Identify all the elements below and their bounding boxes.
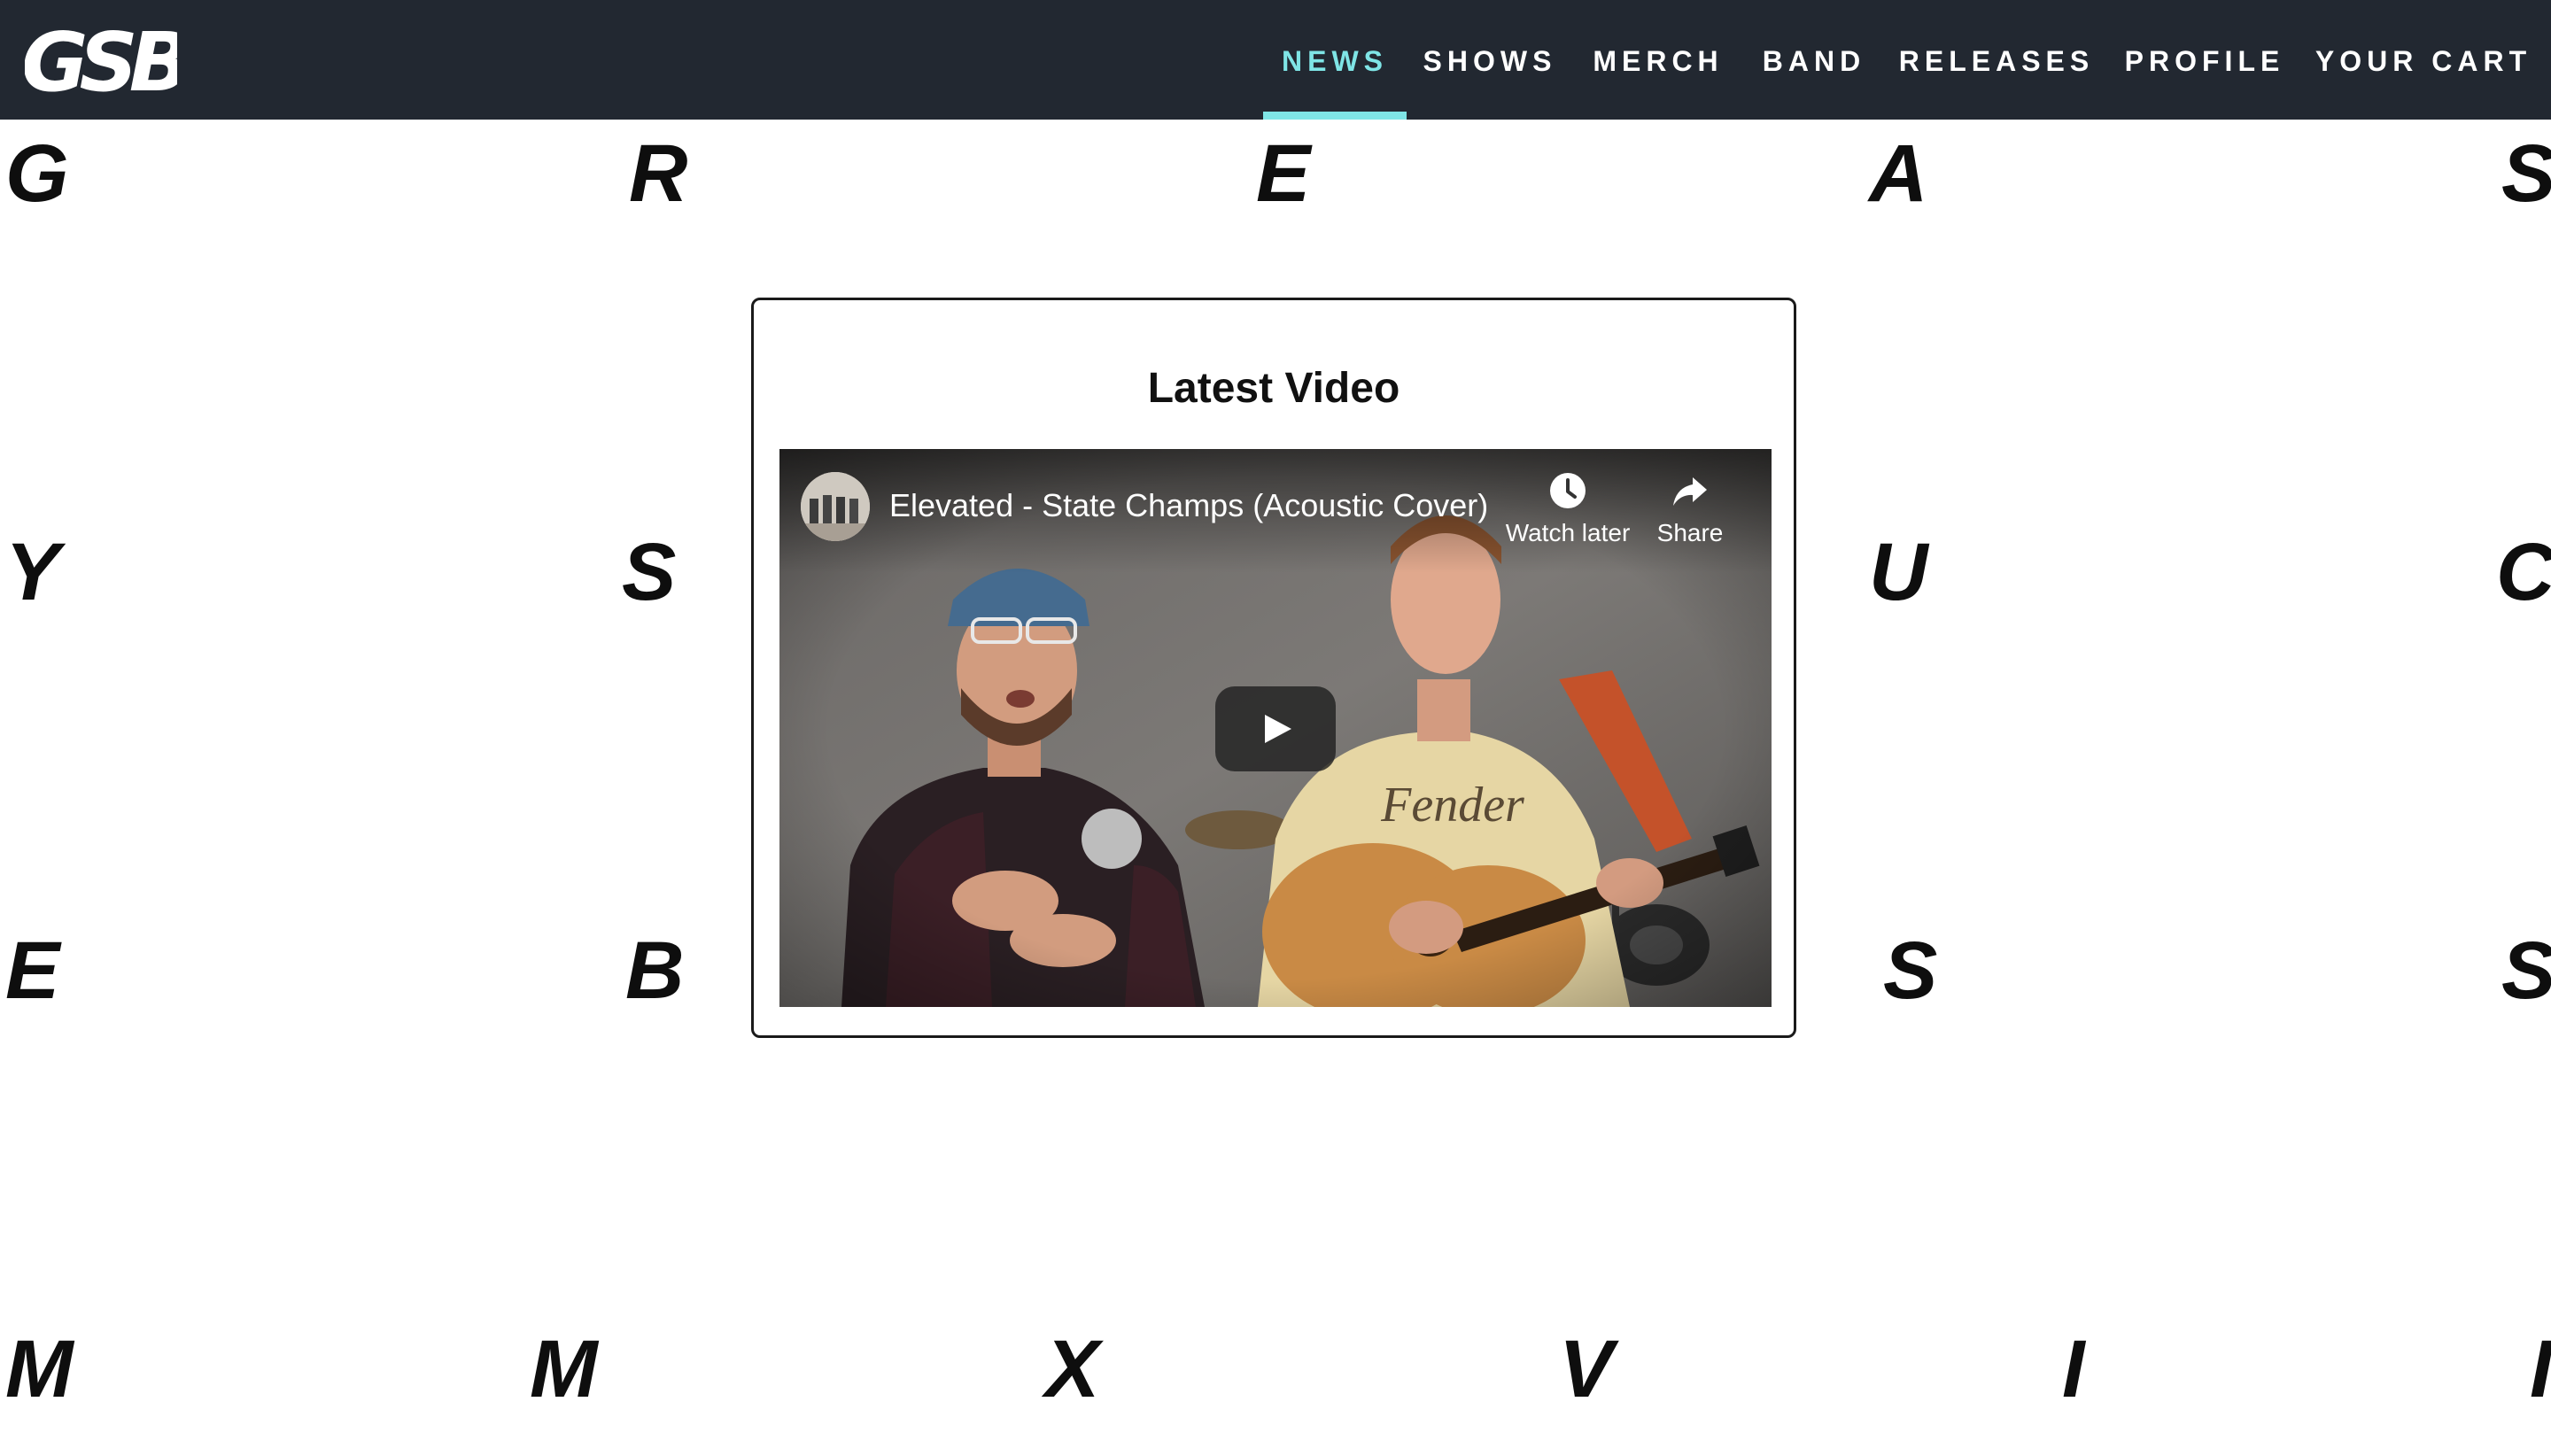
latest-video-heading: Latest Video	[1147, 365, 1400, 412]
watch-later-label: Watch later	[1505, 519, 1631, 546]
channel-avatar-image	[801, 472, 870, 541]
bg-letter: A	[1869, 128, 1928, 219]
bg-letter: G	[5, 128, 69, 219]
video-title[interactable]: Elevated - State Champs (Acoustic Cover)	[889, 486, 1488, 525]
bg-letter: X	[1045, 1324, 1100, 1414]
bg-letter: C	[2496, 527, 2551, 617]
share-button[interactable]: Share	[1628, 470, 1752, 559]
play-button[interactable]	[1215, 686, 1336, 771]
channel-avatar[interactable]	[801, 472, 870, 541]
play-icon	[1265, 715, 1291, 743]
bg-letter: I	[2062, 1324, 2085, 1414]
bg-letter: S	[622, 527, 677, 617]
watch-later-button[interactable]: Watch later	[1497, 470, 1639, 559]
share-label: Share	[1656, 519, 1724, 546]
bg-letter: R	[629, 128, 688, 219]
bg-letter: S	[1883, 925, 1938, 1016]
bg-letter: Y	[5, 527, 60, 617]
bg-letter: S	[2501, 128, 2551, 219]
latest-video-card: Latest Video Elevated - State Champs (Ac…	[751, 298, 1796, 1038]
youtube-video-embed[interactable]: Fender Elevat	[779, 449, 1772, 1007]
bg-letter: E	[1256, 128, 1311, 219]
bg-letter: U	[1869, 527, 1928, 617]
bg-letter: M	[5, 1324, 74, 1414]
bg-letter: M	[530, 1324, 598, 1414]
bg-letter: V	[1559, 1324, 1614, 1414]
bg-letter: E	[5, 925, 60, 1016]
share-arrow-icon	[1670, 470, 1710, 511]
clock-icon	[1547, 470, 1588, 511]
bg-letter: B	[625, 925, 685, 1016]
bg-letter: S	[2501, 925, 2551, 1016]
bg-letter: I	[2530, 1324, 2551, 1414]
